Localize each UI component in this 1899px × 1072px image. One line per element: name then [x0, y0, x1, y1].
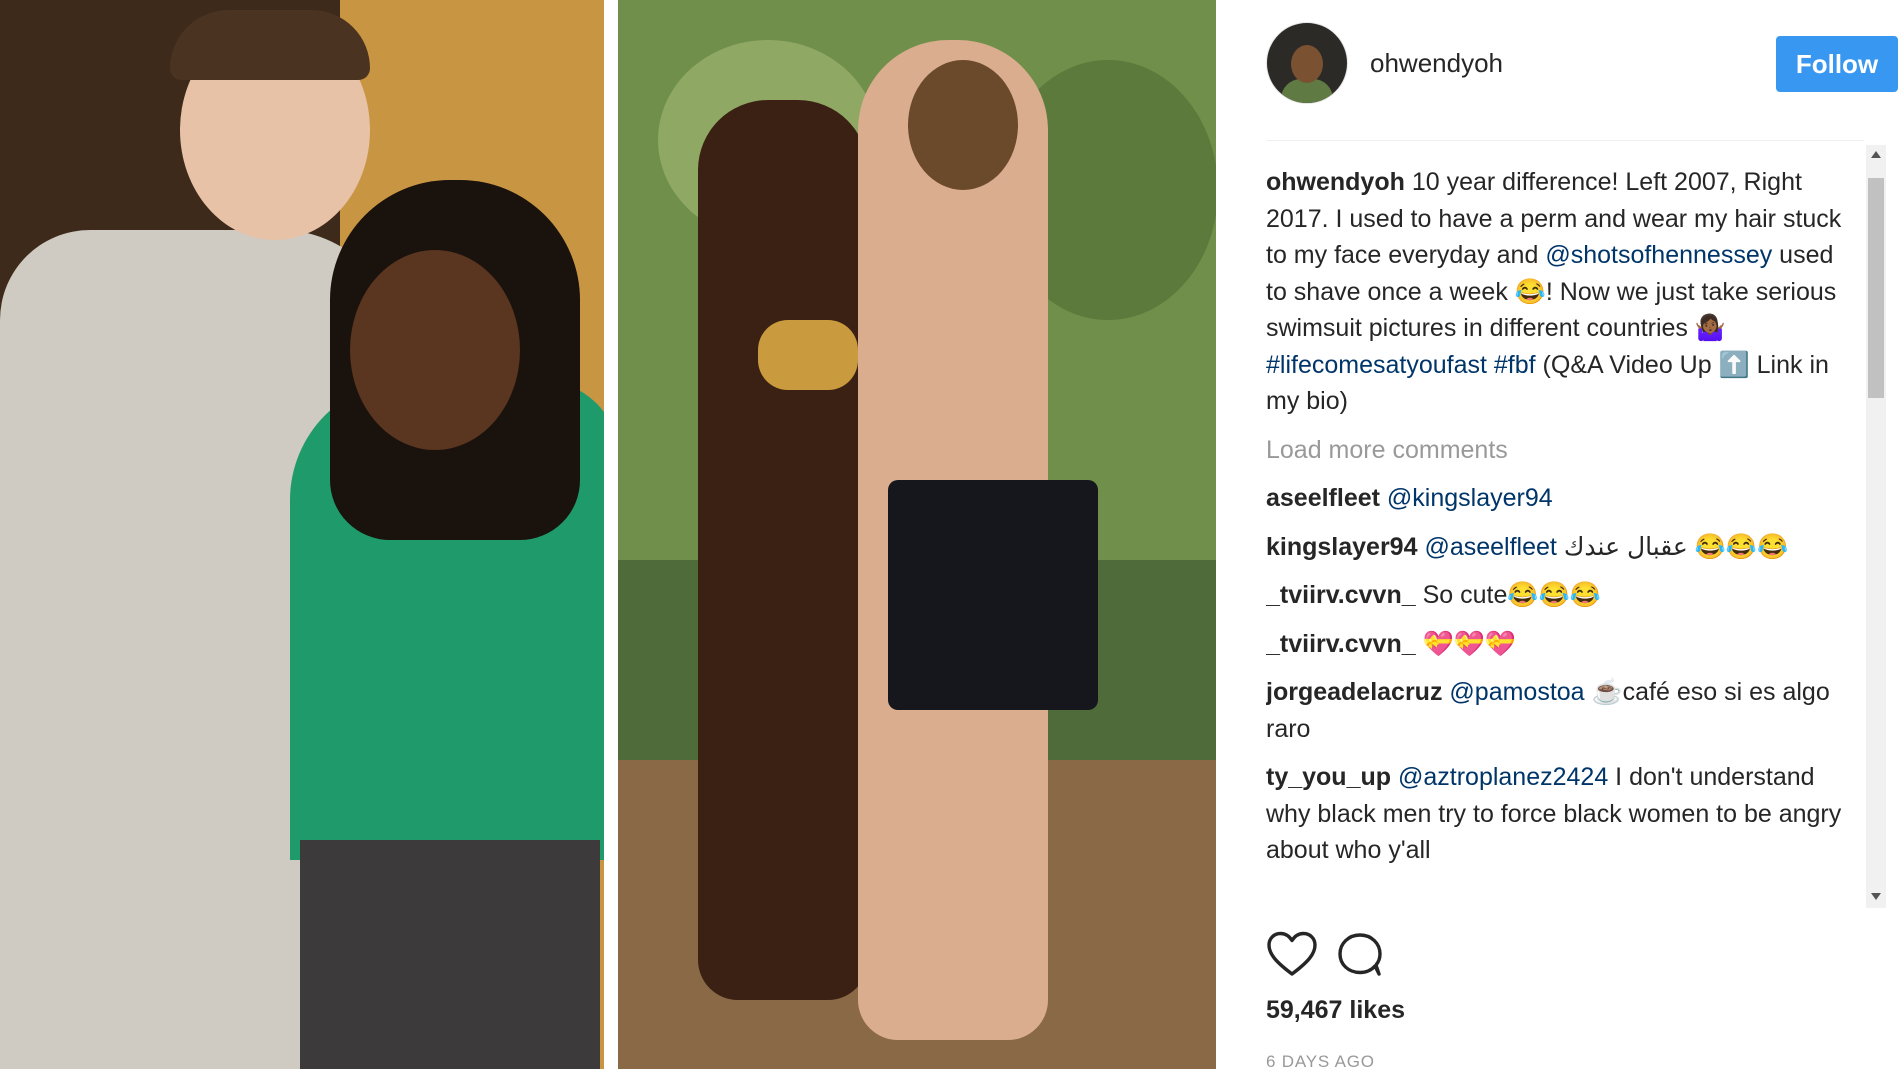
photo-right-2017: [618, 0, 1216, 1069]
comment-mention[interactable]: @pamostoa: [1449, 678, 1584, 706]
hashtag-link[interactable]: #lifecomesatyoufast: [1266, 351, 1487, 379]
header-divider: [1266, 140, 1864, 141]
load-more-comments[interactable]: Load more comments: [1266, 432, 1856, 469]
avatar[interactable]: [1266, 22, 1348, 104]
scroll-thumb[interactable]: [1868, 178, 1884, 398]
comment: _tviirv.cvvn_ 💝💝💝: [1266, 629, 1516, 658]
comments-list[interactable]: ohwendyoh 10 year difference! Left 2007,…: [1266, 164, 1856, 908]
scroll-up-arrow-icon[interactable]: [1871, 151, 1881, 158]
comment-username[interactable]: _tviirv.cvvn_: [1266, 630, 1416, 658]
comment: _tviirv.cvvn_ So cute😂😂😂: [1266, 581, 1601, 609]
caption-author[interactable]: ohwendyoh: [1266, 168, 1405, 196]
comments-scrollbar[interactable]: [1866, 145, 1886, 908]
comment-username[interactable]: _tviirv.cvvn_: [1266, 581, 1416, 609]
comment-username[interactable]: ty_you_up: [1266, 763, 1391, 791]
comment-bubble-icon[interactable]: [1334, 930, 1386, 980]
post-username[interactable]: ohwendyoh: [1370, 48, 1503, 79]
post-actions: [1266, 930, 1466, 980]
comment: jorgeadelacruz @pamostoa ☕café eso si es…: [1266, 678, 1830, 743]
comment-mention[interactable]: @aseelfleet: [1424, 533, 1556, 561]
caption: ohwendyoh 10 year difference! Left 2007,…: [1266, 168, 1842, 415]
comment: aseelfleet @kingslayer94: [1266, 480, 1856, 517]
heart-outline-icon[interactable]: [1266, 930, 1318, 980]
comment: kingslayer94 @aseelfleet عقبال عندك 😂😂😂: [1266, 532, 1789, 561]
hashtag-link[interactable]: #fbf: [1494, 351, 1536, 379]
post-photo[interactable]: [0, 0, 1216, 1069]
post-header: ohwendyoh Follow: [1266, 22, 1898, 104]
post-side-panel: ohwendyoh Follow ohwendyoh 10 year diffe…: [1216, 0, 1899, 1072]
caption-mention[interactable]: @shotsofhennessey: [1545, 241, 1772, 269]
follow-button[interactable]: Follow: [1776, 36, 1898, 92]
comment-username[interactable]: aseelfleet: [1266, 484, 1380, 512]
post-timestamp[interactable]: 6 DAYS AGO: [1266, 1052, 1375, 1072]
photo-left-2007: [0, 0, 604, 1069]
comment-mention[interactable]: @aztroplanez2424: [1398, 763, 1608, 791]
comment: ty_you_up @aztroplanez2424 I don't under…: [1266, 763, 1842, 864]
scroll-down-arrow-icon[interactable]: [1871, 893, 1881, 900]
likes-count[interactable]: 59,467 likes: [1266, 996, 1405, 1025]
comment-username[interactable]: kingslayer94: [1266, 533, 1418, 561]
comment-username[interactable]: jorgeadelacruz: [1266, 678, 1442, 706]
comment-mention[interactable]: @kingslayer94: [1387, 484, 1553, 512]
